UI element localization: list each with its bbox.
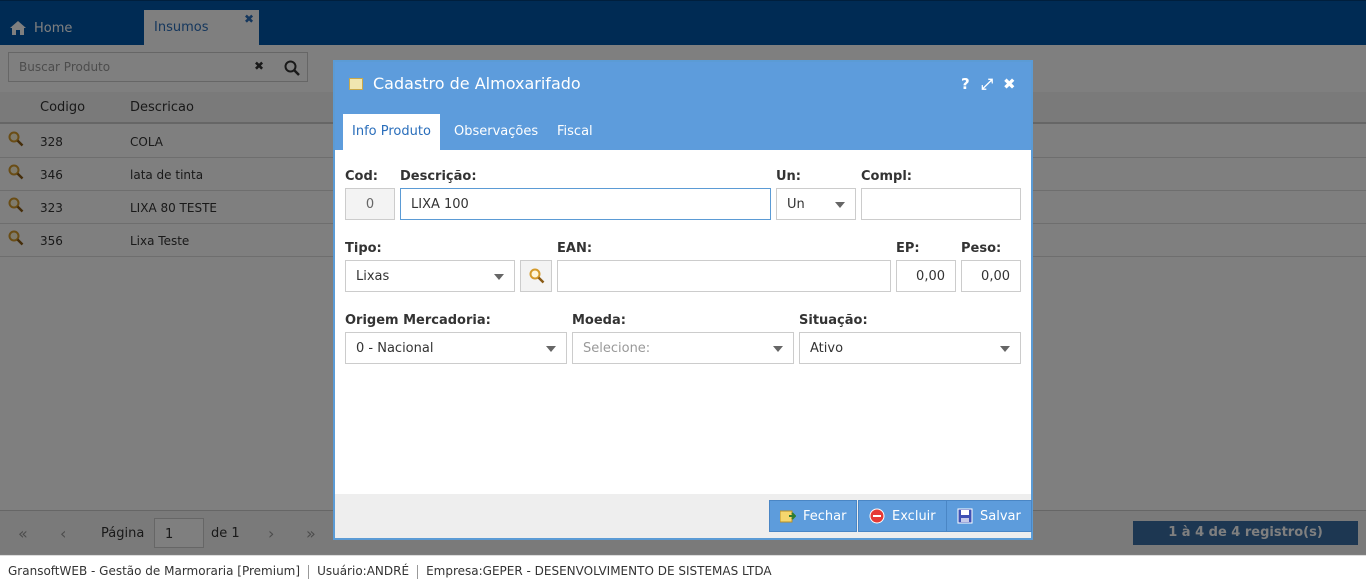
compl-label: Compl:	[861, 169, 912, 184]
origem-select[interactable]: 0 - Nacional	[345, 332, 567, 364]
descricao-label: Descrição:	[400, 169, 477, 184]
tipo-search-button[interactable]	[520, 260, 552, 292]
tab-observacoes[interactable]: Observações	[445, 114, 547, 150]
salvar-button[interactable]: Salvar	[946, 500, 1032, 532]
delete-icon	[869, 508, 885, 524]
peso-field[interactable]: 0,00	[961, 260, 1021, 292]
tab-fiscal[interactable]: Fiscal	[548, 114, 602, 150]
excluir-label: Excluir	[892, 508, 936, 524]
close-icon[interactable]: ✖	[1003, 75, 1016, 93]
moeda-label: Moeda:	[572, 313, 626, 328]
un-label: Un:	[776, 169, 802, 184]
ep-field[interactable]: 0,00	[896, 260, 956, 292]
app-name: GransoftWEB - Gestão de Marmoraria [Prem…	[8, 564, 301, 578]
save-icon	[957, 508, 973, 524]
form-icon	[349, 78, 363, 90]
un-select[interactable]: Un	[776, 188, 856, 220]
fechar-button[interactable]: Fechar	[769, 500, 858, 532]
salvar-label: Salvar	[980, 508, 1021, 524]
tipo-select[interactable]: Lixas	[345, 260, 515, 292]
tab-info-produto[interactable]: Info Produto	[343, 114, 440, 150]
peso-label: Peso:	[961, 241, 1002, 256]
situacao-label: Situação:	[799, 313, 868, 328]
compl-field[interactable]	[861, 188, 1021, 220]
ean-label: EAN:	[557, 241, 593, 256]
fechar-label: Fechar	[803, 508, 847, 524]
ep-label: EP:	[896, 241, 920, 256]
folder-exit-icon	[780, 510, 796, 523]
modal-title: Cadastro de Almoxarifado	[373, 74, 581, 93]
excluir-button[interactable]: Excluir	[858, 500, 947, 532]
situacao-select[interactable]: Ativo	[799, 332, 1021, 364]
maximize-icon[interactable]: ⤢	[981, 75, 993, 93]
status-bar: GransoftWEB - Gestão de Marmoraria [Prem…	[0, 555, 1366, 584]
divider	[308, 564, 310, 579]
magnifier-icon	[529, 268, 545, 284]
modal-footer: Fechar Excluir Salvar	[335, 494, 1032, 538]
modal-header: Cadastro de Almoxarifado ? ⤢ ✖ Info Prod…	[335, 62, 1031, 150]
empresa-text: Empresa:GEPER - DESENVOLVIMENTO DE SISTE…	[426, 564, 772, 578]
moeda-select[interactable]: Selecione:	[572, 332, 794, 364]
cod-label: Cod:	[345, 169, 378, 184]
usuario-text: Usuário:ANDRÉ	[317, 564, 410, 578]
cod-field[interactable]: 0	[345, 188, 395, 220]
tipo-label: Tipo:	[345, 241, 382, 256]
cadastro-modal: Cadastro de Almoxarifado ? ⤢ ✖ Info Prod…	[333, 60, 1033, 540]
divider	[417, 564, 419, 579]
origem-label: Origem Mercadoria:	[345, 313, 491, 328]
ean-field[interactable]	[557, 260, 891, 292]
help-icon[interactable]: ?	[961, 75, 970, 93]
descricao-field[interactable]: LIXA 100	[400, 188, 771, 220]
